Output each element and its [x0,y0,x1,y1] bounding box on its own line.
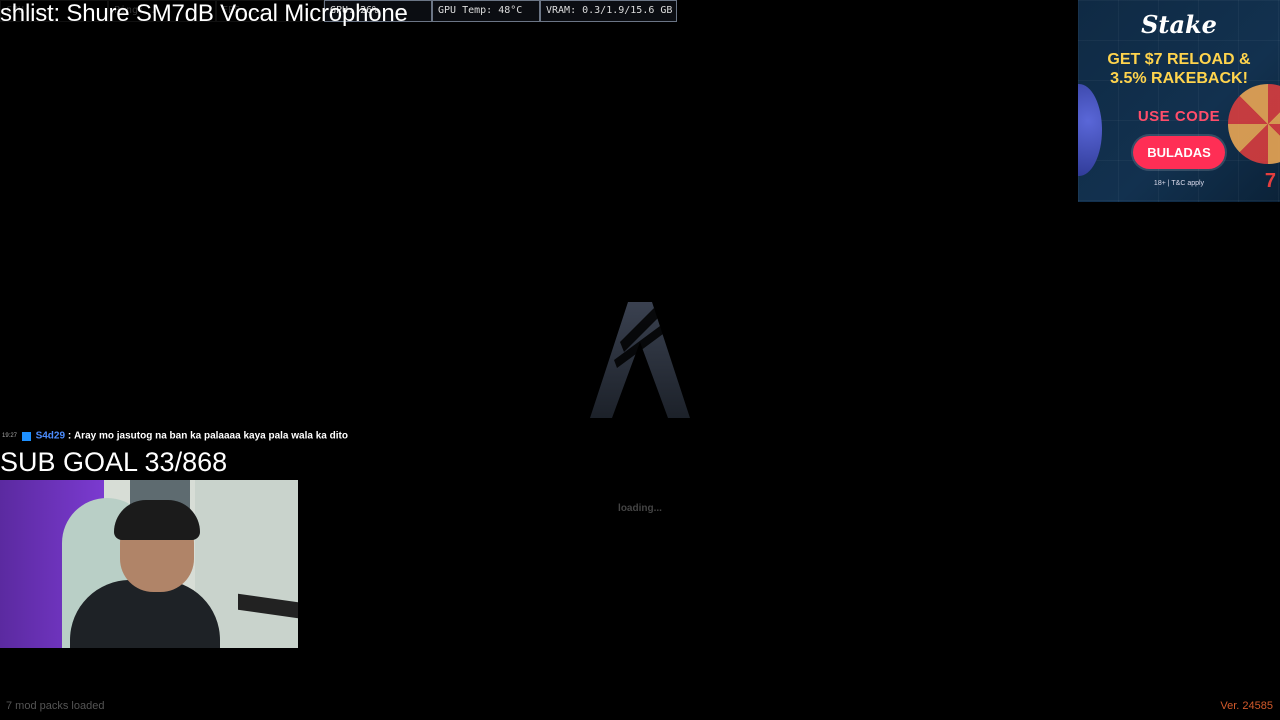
ad-brand-logo: Stake [1141,10,1217,39]
now-playing-ticker: shlist: Shure SM7dB Vocal Microphone [0,0,408,27]
chat-timestamp: 19:27 [2,433,18,439]
slot-seven-graphic: 7 [1264,170,1276,192]
promo-code-badge: BULADAS [1133,136,1225,169]
chat-message: 19:27 S4d29 : Aray mo jasutog na ban ka … [2,430,348,443]
subscriber-badge-icon [21,431,31,441]
version-label: Ver. 24585 [1220,700,1273,712]
webcam-person-hair [114,500,200,540]
ad-headline-line1: GET $7 RELOAD & [1107,51,1251,68]
ad-use-code-label: USE CODE [1137,108,1221,125]
stat-gpu-temp: GPU Temp: 48°C [432,0,540,22]
sub-goal-counter: SUB GOAL 33/868 [0,447,228,477]
ad-headline: GET $7 RELOAD & 3.5% RAKEBACK! [1078,50,1280,88]
loading-status: loading... [618,503,662,514]
game-logo-icon [590,302,690,418]
chat-text: Aray mo jasutog na ban ka palaaaa kaya p… [73,430,348,442]
chat-separator: : [67,430,72,442]
stat-vram: VRAM: 0.3/1.9/15.6 GB [540,0,677,22]
chat-username: S4d29 [35,430,66,442]
ad-headline-line2: 3.5% RAKEBACK! [1110,70,1248,87]
ad-terms: 18+ | T&C apply [1153,180,1205,187]
streamer-webcam [0,480,298,648]
sponsor-ad-panel: Stake GET $7 RELOAD & 3.5% RAKEBACK! USE… [1078,0,1280,202]
mod-packs-status: 7 mod packs loaded [6,700,105,712]
